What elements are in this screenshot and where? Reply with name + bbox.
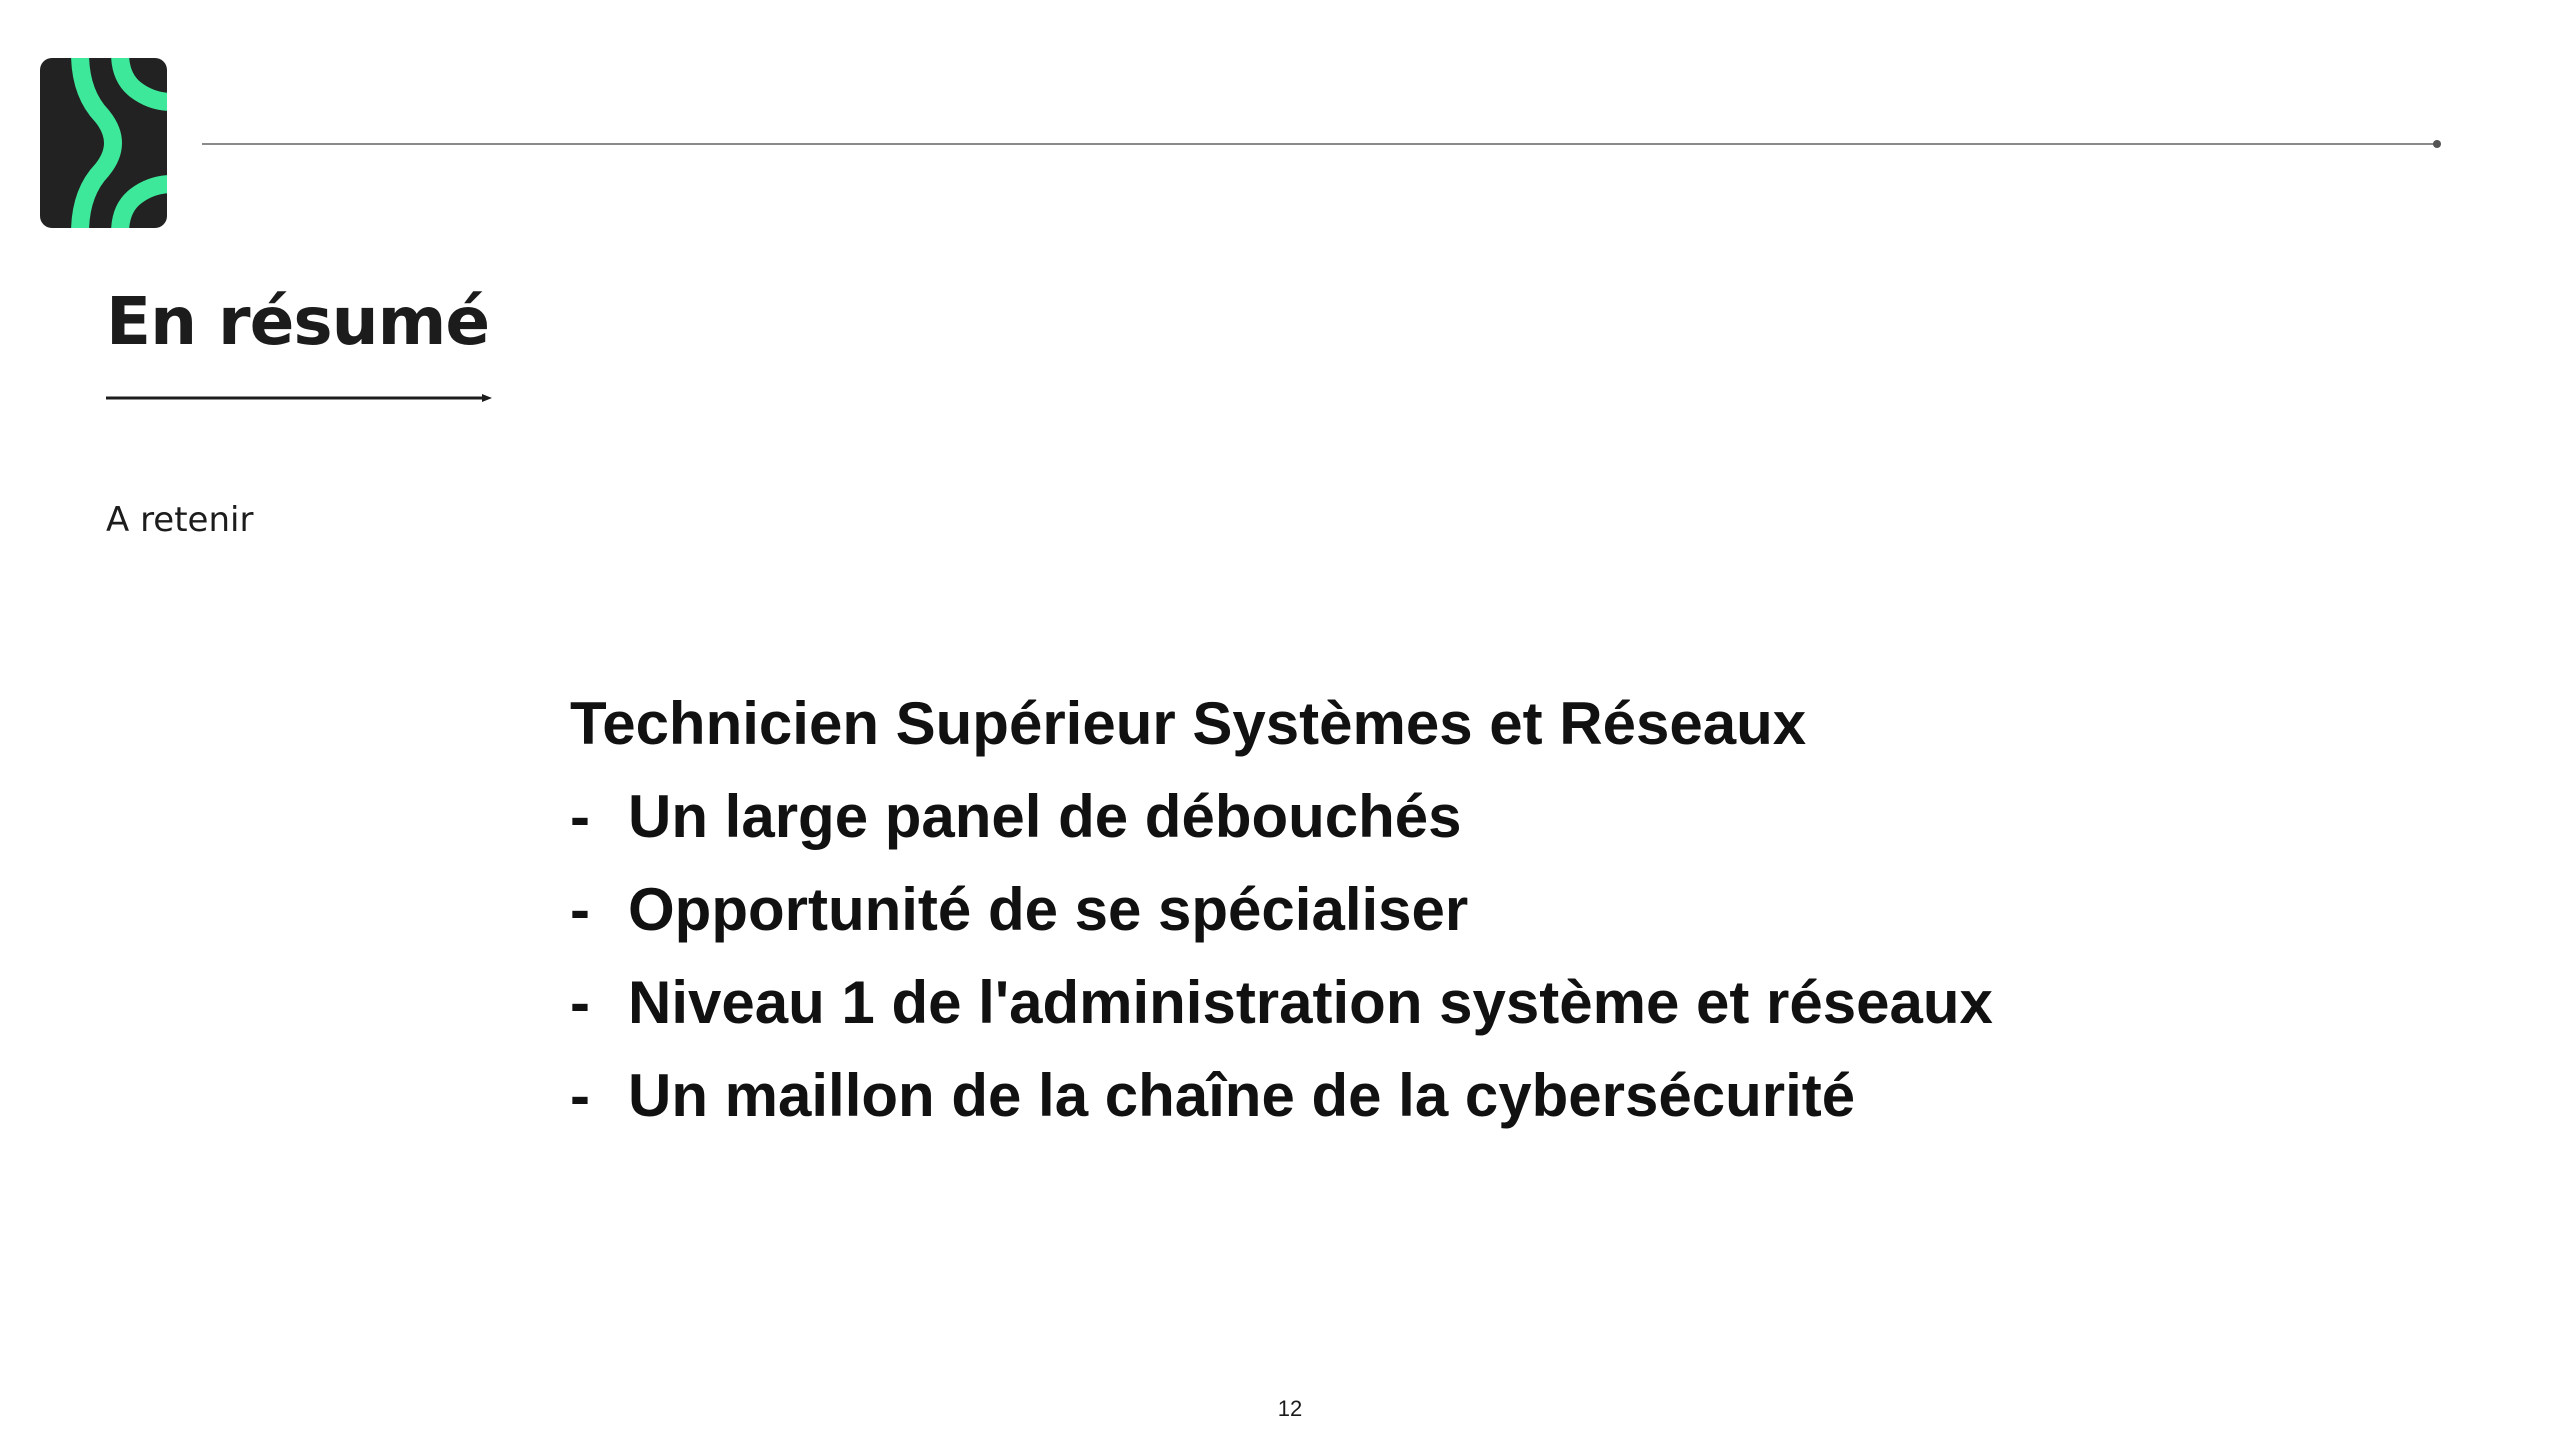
list-item-text: Un large panel de débouchés [628, 783, 1462, 850]
bullet-marker: - [570, 876, 590, 943]
brand-logo-icon [40, 58, 167, 228]
title-underline-arrow-icon [106, 394, 492, 402]
divider-end-dot-icon [2433, 140, 2441, 148]
list-item: - Un maillon de la chaîne de la cyberséc… [570, 1049, 1993, 1142]
page-number: 12 [1277, 1396, 1303, 1421]
list-item-text: Niveau 1 de l'administration système et … [628, 969, 1993, 1036]
bullet-marker: - [570, 969, 590, 1036]
summary-content: Technicien Supérieur Systèmes et Réseaux… [570, 677, 1993, 1142]
section-subtitle: A retenir [106, 500, 254, 540]
list-item: - Niveau 1 de l'administration système e… [570, 956, 1993, 1049]
list-item: - Un large panel de débouchés [570, 770, 1993, 863]
summary-list: - Un large panel de débouchés - Opportun… [570, 770, 1993, 1142]
bullet-marker: - [570, 1062, 590, 1129]
list-item-text: Un maillon de la chaîne de la cybersécur… [628, 1062, 1856, 1129]
list-item-text: Opportunité de se spécialiser [628, 876, 1469, 943]
list-item: - Opportunité de se spécialiser [570, 863, 1993, 956]
header-divider [202, 140, 2441, 148]
page-title: En résumé [106, 283, 490, 360]
bullet-marker: - [570, 783, 590, 850]
summary-heading: Technicien Supérieur Systèmes et Réseaux [570, 690, 1807, 757]
